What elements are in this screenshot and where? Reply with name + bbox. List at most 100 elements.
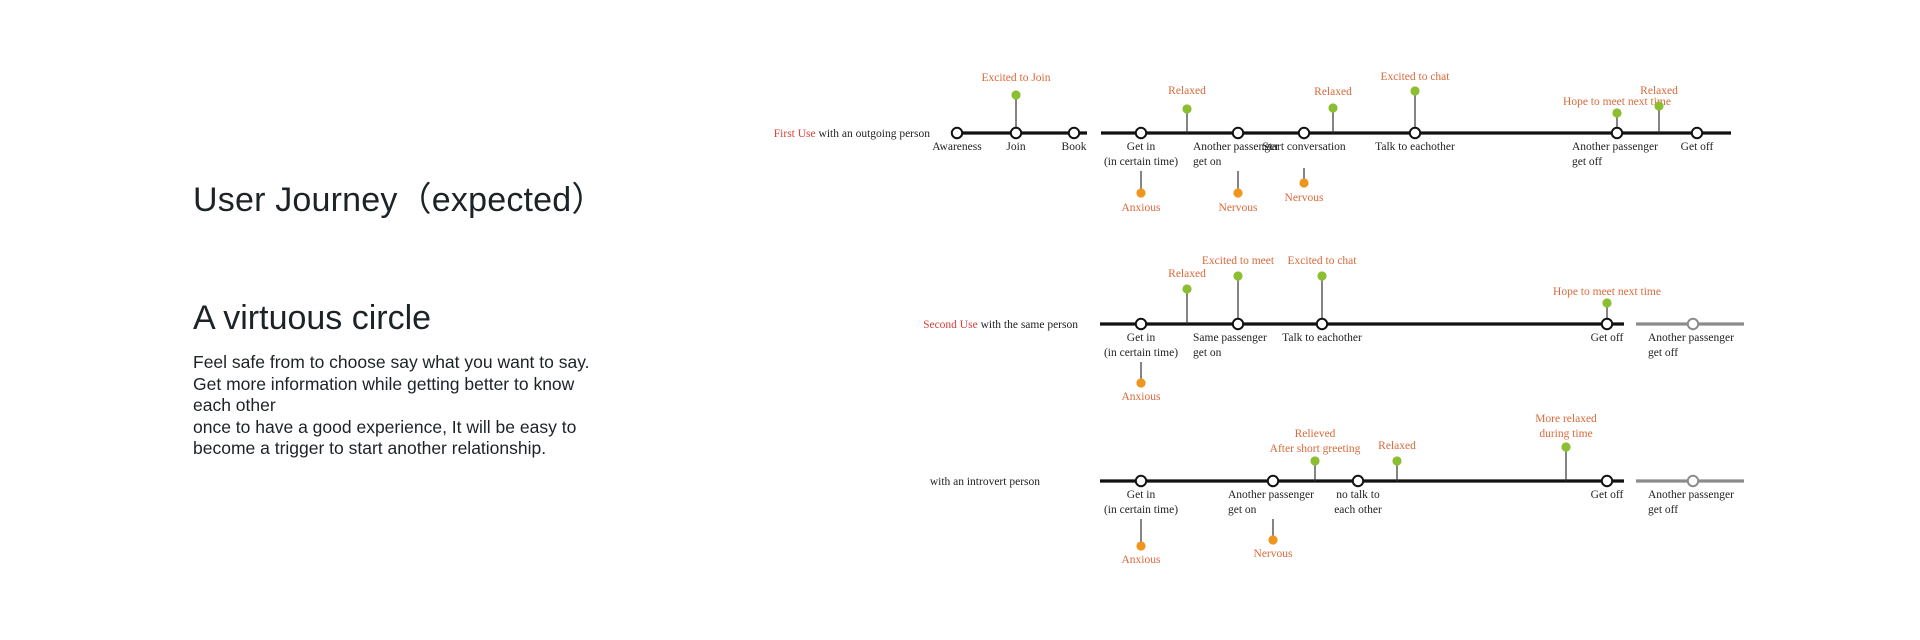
emotion-label: Nervous — [1219, 202, 1258, 214]
step-label-line: Get in — [1127, 141, 1156, 153]
emotion-dot — [1410, 86, 1420, 96]
step-label-line: Get off — [1591, 489, 1624, 501]
emotion-label: Excited to chat — [1381, 71, 1451, 83]
emotion-positive: Excited to meet — [1202, 255, 1275, 324]
emotion-dot — [1561, 442, 1571, 452]
step-label: Talk to eachother — [1375, 141, 1455, 153]
emotion-label-line: Anxious — [1122, 391, 1162, 403]
emotion-positive: Excited to chat — [1381, 71, 1451, 133]
step-node — [1266, 474, 1280, 488]
step-label-line: Same passenger — [1193, 332, 1267, 344]
emotion-positive: More relaxed during time — [1535, 413, 1597, 481]
step-label-line: get off — [1648, 504, 1678, 516]
journey-label-text: with an outgoing person — [816, 128, 931, 140]
journey-label-text: with an introvert person — [930, 476, 1040, 488]
emotion-label-line: Excited to Join — [982, 72, 1051, 84]
journey-first-use: First Use with an outgoing person Excited… — [774, 71, 1731, 214]
emotion-positive: Excited to chat — [1288, 255, 1358, 324]
step-label-line: Get in — [1127, 332, 1156, 344]
emotion-label: Relaxed — [1378, 440, 1416, 452]
step-node — [1067, 126, 1081, 140]
emotion-dot — [1182, 104, 1192, 114]
step-label-line: Another passenger — [1648, 489, 1734, 501]
step-node — [1134, 126, 1148, 140]
journey-label-accent: First Use — [774, 128, 816, 140]
emotion-dot — [1136, 378, 1146, 388]
emotion-label-line: More relaxed — [1535, 413, 1597, 425]
emotion-label-line: Anxious — [1122, 554, 1162, 566]
emotion-dot — [1233, 271, 1243, 281]
emotion-label: Relaxed — [1640, 85, 1678, 97]
step-label-line: get on — [1228, 504, 1257, 516]
emotion-label-line: Nervous — [1219, 202, 1258, 214]
step-label: Another passenger get on — [1228, 489, 1314, 516]
emotion-positive: Excited to Join — [982, 72, 1051, 133]
emotion-label: Excited to meet — [1202, 255, 1275, 267]
step-node — [1297, 126, 1311, 140]
emotion-positive: Relaxed — [1640, 85, 1678, 133]
step-label: Talk to eachother — [1282, 332, 1362, 344]
step-label-line: each other — [1334, 504, 1382, 516]
step-node — [1686, 474, 1700, 488]
step-label-line: Start conversation — [1262, 141, 1346, 153]
emotion-negative: Anxious — [1122, 171, 1162, 214]
step-label: Get in (in certain time) — [1104, 332, 1178, 359]
step-node — [1134, 474, 1148, 488]
step-node — [1408, 126, 1422, 140]
emotion-label: Anxious — [1122, 554, 1162, 566]
step-label-line: Another passenger — [1572, 141, 1658, 153]
step-node — [1315, 317, 1329, 331]
journey-label-accent: Second Use — [923, 319, 978, 331]
step-node — [1231, 126, 1245, 140]
step-label: Same passenger get on — [1193, 332, 1267, 359]
step-node — [1686, 317, 1700, 331]
journey-label: Second Use with the same person — [923, 319, 1078, 331]
emotion-label-line: Relaxed — [1168, 268, 1206, 280]
emotion-positive: Relaxed — [1168, 268, 1206, 324]
emotion-dot — [1136, 541, 1146, 551]
step-node — [1009, 126, 1023, 140]
emotion-label-line: during time — [1539, 428, 1592, 440]
emotion-label: Relaxed — [1314, 86, 1352, 98]
emotion-label: Excited to Join — [982, 72, 1051, 84]
step-node — [1134, 317, 1148, 331]
emotion-negative: Anxious — [1122, 519, 1162, 566]
emotion-label: Nervous — [1285, 192, 1324, 204]
step-label-line: get on — [1193, 347, 1222, 359]
step-label: Another passenger get off — [1648, 489, 1734, 516]
step-label-line: Talk to eachother — [1375, 141, 1455, 153]
step-label-line: Get off — [1591, 332, 1624, 344]
step-label-line: Join — [1006, 141, 1025, 153]
emotion-label-line: Nervous — [1285, 192, 1324, 204]
emotion-dot — [1310, 456, 1320, 466]
emotion-label: Excited to chat — [1288, 255, 1358, 267]
step-label: Get off — [1681, 141, 1714, 153]
step-label-line: (in certain time) — [1104, 504, 1178, 516]
emotion-dot — [1392, 456, 1402, 466]
step-label-line: get on — [1193, 156, 1222, 168]
emotion-dot — [1612, 108, 1622, 118]
emotion-label: More relaxed during time — [1535, 413, 1597, 440]
emotion-label: Anxious — [1122, 391, 1162, 403]
step-label-line: Get in — [1127, 489, 1156, 501]
step-label-line: no talk to — [1336, 489, 1380, 501]
step-label: Another passenger get off — [1572, 141, 1658, 168]
emotion-dot — [1328, 103, 1338, 113]
step-label: Get off — [1591, 332, 1624, 344]
step-label-line: Get off — [1681, 141, 1714, 153]
emotion-dot — [1011, 90, 1021, 100]
step-label: Start conversation — [1262, 141, 1346, 153]
emotion-positive: Relieved After short greeting — [1270, 428, 1361, 481]
emotion-negative: Nervous — [1254, 519, 1293, 560]
emotion-positive: Relaxed — [1378, 440, 1416, 481]
step-label-line: Another passenger — [1648, 332, 1734, 344]
step-node — [1231, 317, 1245, 331]
journey-second-use: Second Use with the same personRelaxedEx… — [923, 255, 1744, 403]
emotion-label-line: Nervous — [1254, 548, 1293, 560]
emotion-label: Anxious — [1122, 202, 1162, 214]
step-label-line: (in certain time) — [1104, 347, 1178, 359]
journey-introvert: with an introvert person Relieved After sh… — [930, 413, 1744, 566]
emotion-label-line: Relaxed — [1378, 440, 1416, 452]
emotion-negative: Nervous — [1285, 168, 1324, 204]
journey-label-text: with the same person — [978, 319, 1079, 331]
